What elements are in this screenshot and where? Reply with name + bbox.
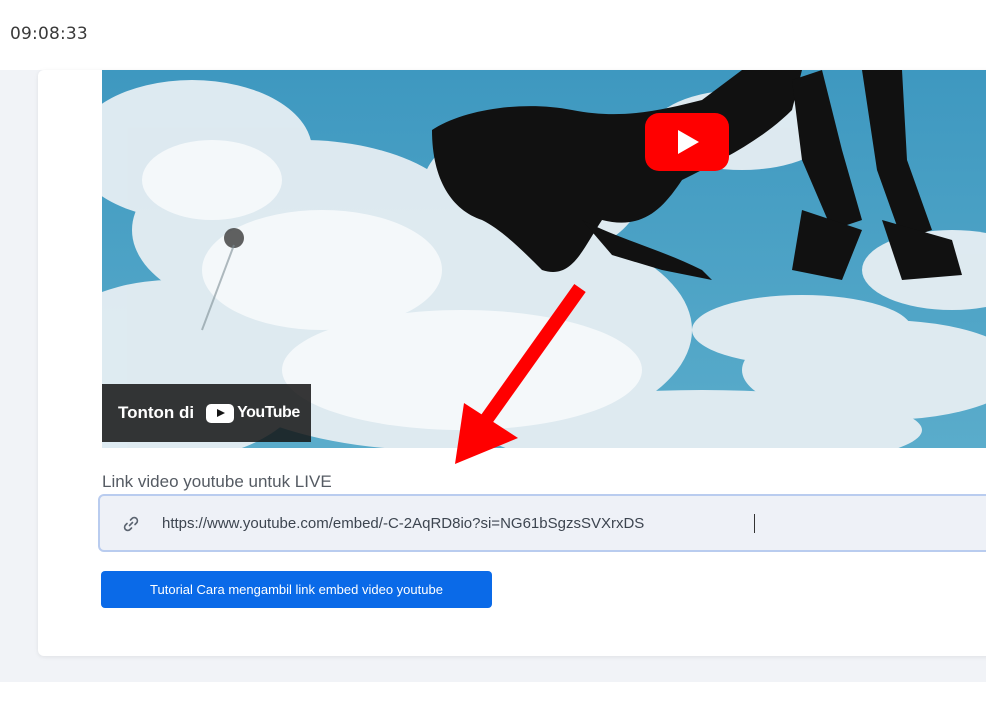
play-icon (678, 130, 699, 154)
tutorial-embed-link-button[interactable]: Tutorial Cara mengambil link embed video… (101, 571, 492, 608)
clock-time: 09:08:33 (10, 24, 88, 44)
youtube-embed-player[interactable]: Tonton di YouTube (102, 70, 986, 448)
text-cursor (754, 514, 755, 533)
watch-on-youtube-button[interactable]: Tonton di YouTube (102, 384, 311, 442)
link-icon (123, 516, 139, 532)
youtube-wordmark: YouTube (237, 404, 300, 421)
live-link-field[interactable] (98, 494, 986, 552)
live-link-input[interactable] (162, 508, 982, 538)
watch-on-label: Tonton di (118, 403, 195, 422)
page-bottom (0, 682, 986, 702)
live-link-label: Link video youtube untuk LIVE (102, 472, 332, 491)
play-button[interactable] (645, 113, 729, 171)
youtube-play-icon (206, 403, 235, 423)
top-bar: 09:08:33 (0, 0, 986, 70)
youtube-logo: YouTube (206, 403, 300, 423)
